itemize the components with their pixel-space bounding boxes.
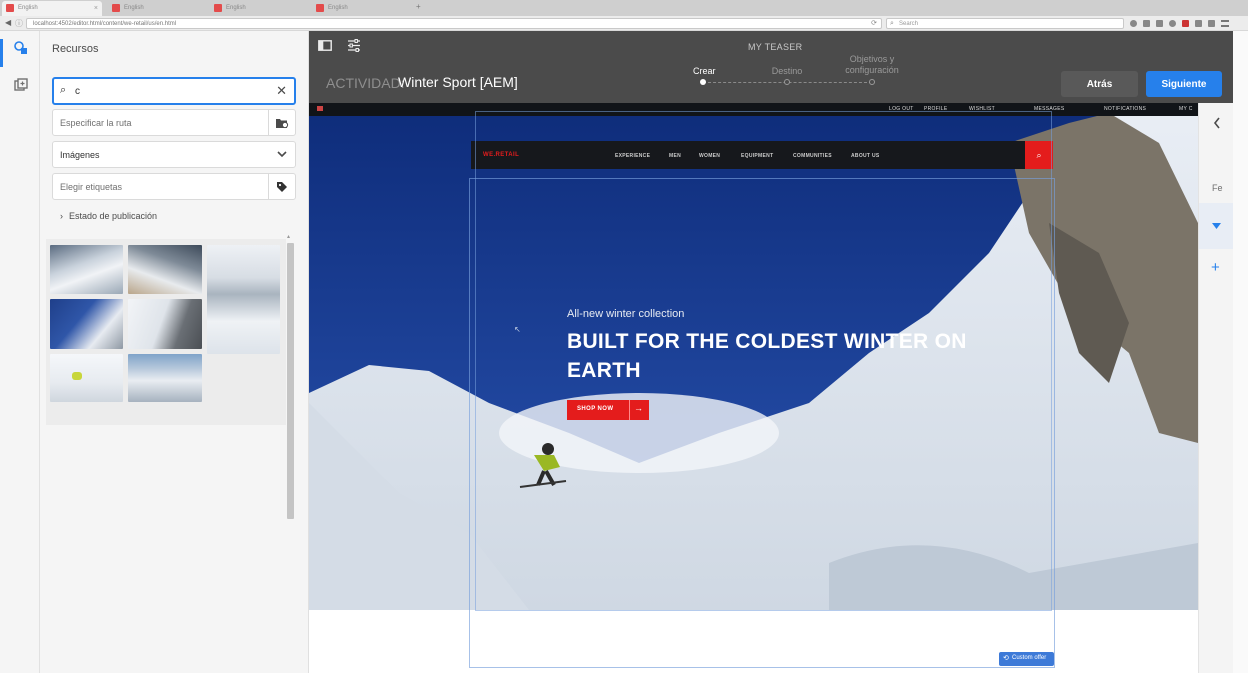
panel-title: Recursos	[52, 43, 99, 55]
active-indicator	[0, 39, 3, 67]
properties-icon[interactable]	[347, 39, 361, 52]
search-icon: ⌕	[890, 20, 894, 27]
site-link[interactable]: MY C	[1179, 106, 1193, 112]
offer-icon: ⟲	[1003, 655, 1009, 662]
custom-offer-label: Custom offer	[1012, 655, 1047, 661]
back-button[interactable]: Atrás	[1061, 71, 1138, 97]
next-button[interactable]: Siguiente	[1146, 71, 1222, 97]
custom-offer-badge[interactable]: ⟲ Custom offer	[999, 652, 1054, 666]
step-label-current: Crear	[693, 66, 716, 76]
browse-path-button[interactable]	[268, 110, 295, 135]
asset-thumbnail[interactable]	[128, 245, 202, 294]
components-icon[interactable]	[14, 78, 28, 92]
toggle-side-panel-icon[interactable]	[318, 40, 332, 51]
path-placeholder: Especificar la ruta	[60, 118, 132, 128]
caret-down-icon	[1212, 223, 1221, 229]
step-dot[interactable]	[784, 79, 790, 85]
side-rail	[0, 31, 40, 673]
bookmark-star-icon[interactable]	[1130, 20, 1137, 27]
info-icon[interactable]: ⓘ	[15, 18, 23, 29]
activity-name: Winter Sport [AEM]	[398, 74, 518, 90]
search-value: c	[75, 86, 80, 97]
site-link[interactable]: NOTIFICATIONS	[1104, 106, 1146, 112]
step-label: Objetivos y configuración	[845, 54, 899, 75]
extension-icon[interactable]	[1208, 20, 1215, 27]
asset-thumbnail[interactable]	[50, 245, 123, 294]
tab-title: English	[18, 5, 38, 11]
extension-icon[interactable]	[1195, 20, 1202, 27]
tab-favicon-icon	[214, 4, 222, 12]
tags-placeholder: Elegir etiquetas	[60, 182, 123, 192]
tags-field[interactable]: Elegir etiquetas	[52, 173, 296, 200]
browser-tab[interactable]: English	[210, 1, 310, 16]
scroll-up-icon[interactable]: ▴	[287, 233, 290, 240]
url-bar[interactable]: localhost:4502/editor.html/content/we-re…	[26, 18, 882, 29]
menu-icon[interactable]	[1221, 20, 1229, 27]
browser-tab-active[interactable]: English ×	[2, 1, 102, 16]
download-icon[interactable]	[1156, 20, 1163, 27]
extension-icon[interactable]	[1182, 20, 1189, 27]
url-text: localhost:4502/editor.html/content/we-re…	[33, 21, 177, 27]
teaser-component-frame[interactable]	[469, 178, 1055, 668]
folder-browse-icon	[276, 118, 289, 128]
activity-label: ACTIVIDAD:	[326, 75, 405, 91]
asset-thumbnail[interactable]	[50, 299, 123, 349]
tab-title: English	[124, 5, 144, 11]
assets-search-input[interactable]: ⌕ c ✕	[52, 77, 296, 105]
teaser-name: MY TEASER	[748, 42, 803, 52]
select-tags-button[interactable]	[268, 174, 295, 199]
panel-scrollbar[interactable]: ▴	[286, 233, 294, 519]
asset-thumbnail[interactable]	[128, 299, 202, 349]
window-edge	[1233, 31, 1248, 673]
publication-status-label: Estado de publicación	[69, 211, 158, 221]
chevron-right-icon: ›	[60, 211, 63, 221]
asset-thumbnail[interactable]	[207, 245, 280, 354]
mouse-cursor: ↖	[514, 325, 521, 334]
tab-favicon-icon	[6, 4, 14, 12]
tag-icon	[277, 181, 287, 192]
assets-panel: Recursos ⌕ c ✕ Especificar la ruta Imáge…	[40, 31, 309, 673]
chevron-left-icon[interactable]	[1213, 117, 1221, 129]
editor-header: MY TEASER ACTIVIDAD: Winter Sport [AEM] …	[309, 31, 1233, 103]
close-icon[interactable]: ×	[94, 1, 98, 16]
browser-toolbar-icons	[1130, 18, 1230, 29]
asset-type-select[interactable]: Imágenes	[52, 141, 296, 168]
asset-type-value: Imágenes	[60, 150, 100, 160]
step-label: Destino	[771, 66, 803, 76]
home-icon[interactable]	[1169, 20, 1176, 27]
right-rail: Fe +	[1198, 103, 1234, 673]
tab-favicon-icon	[112, 4, 120, 12]
browser-tab[interactable]: English	[108, 1, 206, 16]
scrollbar-thumb[interactable]	[287, 243, 294, 519]
chevron-down-icon	[277, 151, 287, 158]
skier-figure	[72, 372, 82, 380]
search-icon: ⌕	[60, 84, 67, 96]
browser-search-bar[interactable]: ⌕ Search	[886, 18, 1124, 29]
search-placeholder: Search	[899, 21, 919, 27]
rail-dropdown[interactable]	[1199, 203, 1234, 249]
tab-title: English	[328, 5, 348, 11]
add-icon[interactable]: +	[1211, 259, 1220, 276]
step-dot-current[interactable]	[700, 79, 706, 85]
library-icon[interactable]	[1143, 20, 1150, 27]
publication-status-toggle[interactable]: › Estado de publicación	[60, 211, 157, 221]
asset-thumbnail[interactable]	[50, 354, 123, 402]
new-tab-button[interactable]: +	[416, 2, 421, 11]
back-arrow-icon[interactable]: ◀	[5, 18, 11, 27]
browser-tab-bar: English × English English English +	[0, 0, 1248, 16]
clear-search-icon[interactable]: ✕	[276, 83, 287, 99]
rail-label: Fe	[1212, 183, 1223, 193]
assets-icon[interactable]	[14, 41, 28, 55]
tab-favicon-icon	[316, 4, 324, 12]
tab-title: English	[226, 5, 246, 11]
asset-thumbnail[interactable]	[128, 354, 202, 402]
reload-icon[interactable]: ⟳	[871, 19, 877, 29]
step-dot[interactable]	[869, 79, 875, 85]
flag-icon[interactable]	[317, 106, 323, 111]
path-field[interactable]: Especificar la ruta	[52, 109, 296, 136]
browser-tab[interactable]: English	[312, 1, 412, 16]
